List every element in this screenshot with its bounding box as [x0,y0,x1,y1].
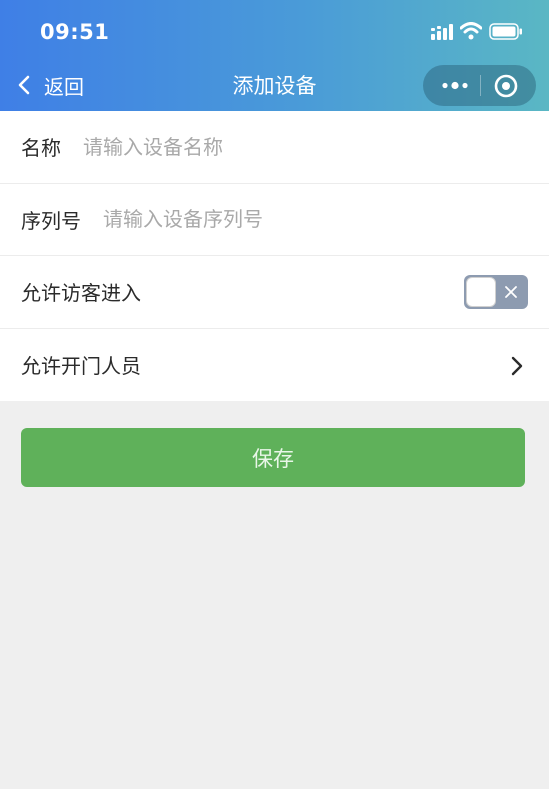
wifi-icon [460,22,482,40]
close-miniprogram-icon[interactable] [493,73,519,99]
battery-icon [489,23,522,40]
toggle-knob [466,277,496,307]
name-row: 名称 [0,111,549,184]
back-button[interactable]: 返回 [16,70,84,100]
navigation-bar: 返回 添加设备 [0,60,549,111]
allowed-people-row[interactable]: 允许开门人员 [0,329,549,402]
allow-visitor-row: 允许访客进入 [0,256,549,329]
header: 09:51 返回 添加设备 [0,0,549,111]
allowed-people-label: 允许开门人员 [21,354,141,379]
status-bar: 09:51 [0,0,549,60]
more-icon[interactable] [435,65,479,106]
capsule-divider [480,75,481,96]
serial-input[interactable] [103,207,403,232]
name-input[interactable] [83,134,383,159]
chevron-left-icon [18,75,30,95]
allow-visitor-toggle[interactable] [464,275,528,309]
name-label: 名称 [21,136,61,161]
cellular-signal-icon [431,24,453,40]
back-label: 返回 [44,74,84,99]
status-time: 09:51 [40,20,110,44]
allow-visitor-label: 允许访客进入 [21,281,141,306]
mini-program-capsule [423,65,536,106]
close-icon [505,286,517,298]
device-form: 名称 序列号 允许访客进入 允许开门人员 [0,111,549,401]
serial-row: 序列号 [0,184,549,256]
serial-label: 序列号 [21,208,81,233]
chevron-right-icon [511,356,523,375]
save-button[interactable]: 保存 [21,428,525,487]
